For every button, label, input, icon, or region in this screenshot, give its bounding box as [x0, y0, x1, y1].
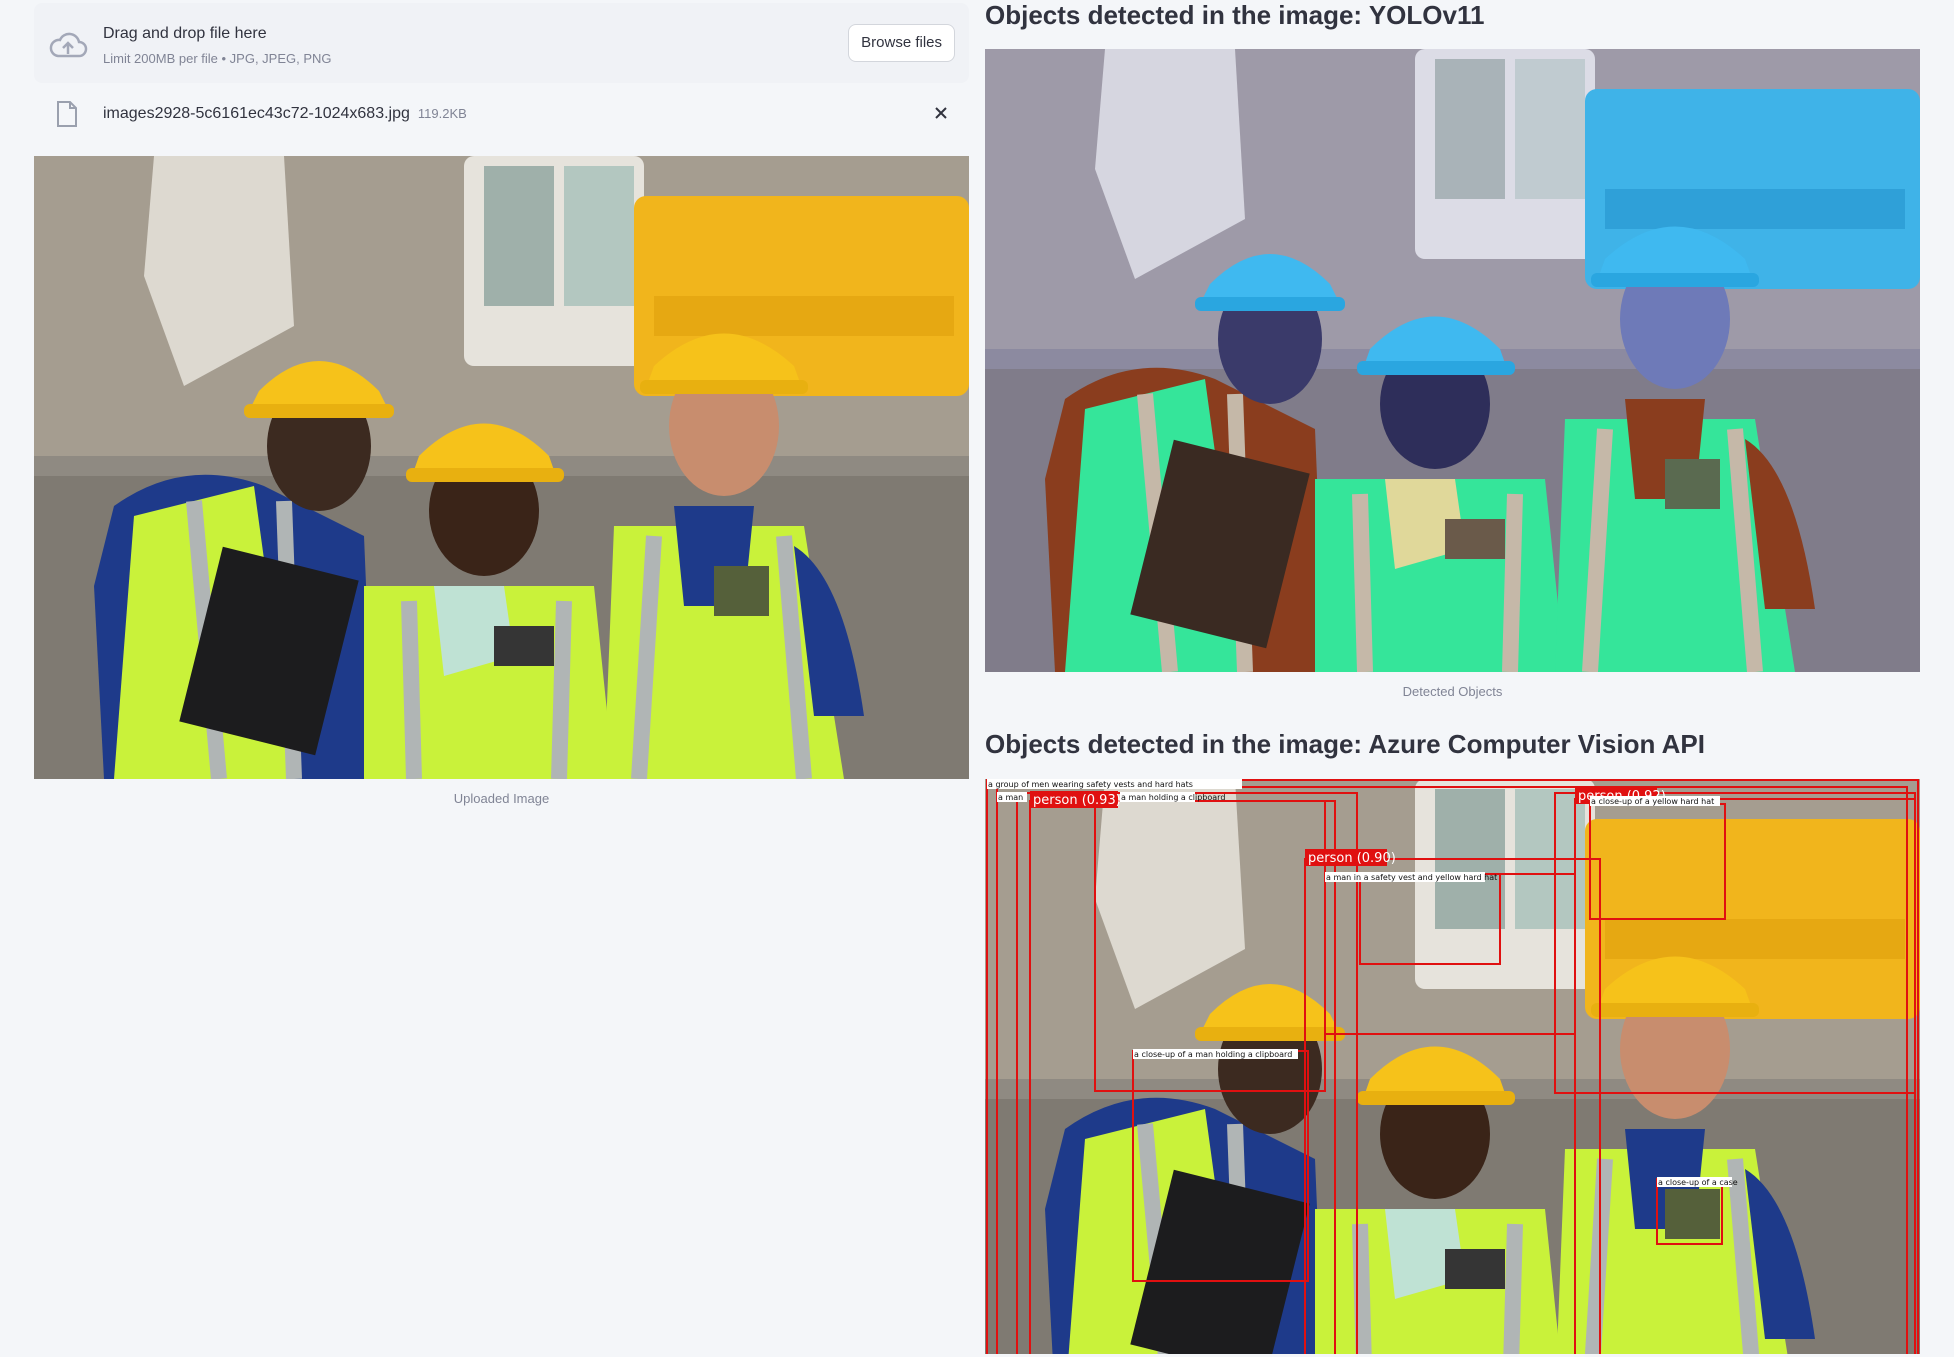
- dropzone-limit: Limit 200MB per file • JPG, JPEG, PNG: [103, 51, 332, 66]
- browse-files-button[interactable]: Browse files: [848, 24, 955, 62]
- dropzone-title: Drag and drop file here: [103, 25, 267, 42]
- yolo-detected-image: [985, 49, 1920, 672]
- file-name-text: images2928-5c6161ec43c72-1024x683.jpg: [103, 105, 410, 122]
- azure-label-closeup-clip: a close-up of a man holding a clipboard: [1134, 1050, 1292, 1059]
- remove-file-icon[interactable]: [931, 103, 951, 123]
- file-name: images2928-5c6161ec43c72-1024x683.jpg 119…: [103, 105, 467, 123]
- file-size: 119.2KB: [417, 106, 467, 121]
- azure-heading: Objects detected in the image: Azure Com…: [985, 729, 1705, 759]
- file-icon: [57, 101, 77, 127]
- azure-label-person2: person (0.90): [1308, 851, 1396, 866]
- cloud-upload-icon: [49, 32, 88, 58]
- yolo-caption: Detected Objects: [1402, 684, 1503, 699]
- azure-label-yellow-hat: a man in a safety vest and yellow hard h…: [1326, 873, 1497, 882]
- azure-label-clipboard-cap: a man holding a clipboard: [1121, 793, 1225, 802]
- azure-label-man-a: a man: [998, 793, 1023, 802]
- azure-label-person1: person (0.93): [1033, 793, 1121, 808]
- azure-label-hat-closeup: a close-up of a yellow hard hat: [1591, 797, 1714, 806]
- uploaded-image: [34, 156, 969, 779]
- azure-label-case: a close-up of a case: [1658, 1178, 1738, 1187]
- azure-label-group: a group of men wearing safety vests and …: [988, 780, 1193, 789]
- azure-detected-image: person (0.93) person (0.90) person (0.92…: [985, 779, 1920, 1354]
- file-dropzone[interactable]: Drag and drop file here Limit 200MB per …: [34, 3, 969, 83]
- yolo-heading: Objects detected in the image: YOLOv11: [985, 0, 1485, 30]
- uploaded-image-caption: Uploaded Image: [453, 791, 550, 806]
- uploaded-file-row: images2928-5c6161ec43c72-1024x683.jpg 119…: [34, 97, 969, 133]
